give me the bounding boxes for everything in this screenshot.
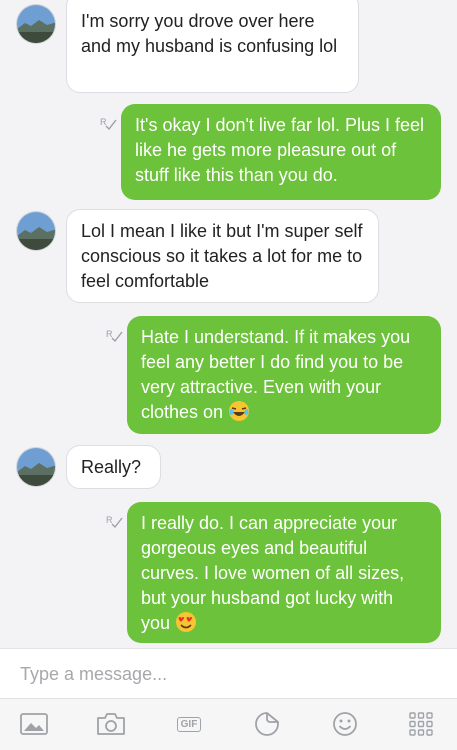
- camera-icon: [97, 713, 125, 735]
- sticker-icon: [255, 712, 279, 736]
- outgoing-message[interactable]: I really do. I can appreciate your gorge…: [127, 502, 441, 643]
- incoming-message[interactable]: I'm sorry you drove over here and my hus…: [66, 0, 359, 93]
- incoming-message[interactable]: Lol I mean I like it but I'm super self …: [66, 209, 379, 303]
- svg-text:R: R: [106, 515, 113, 525]
- outgoing-message[interactable]: Hate I understand. If it makes you feel …: [127, 316, 441, 434]
- message-row: Lol I mean I like it but I'm super self …: [0, 209, 457, 303]
- apps-grid-icon: [409, 712, 433, 736]
- emoji-icon: [333, 712, 357, 736]
- image-icon: [20, 713, 48, 735]
- message-row: R Hate I understand. If it makes you fee…: [0, 316, 457, 434]
- svg-text:R: R: [100, 117, 107, 127]
- incoming-message[interactable]: Really?: [66, 445, 161, 489]
- sticker-button[interactable]: [252, 711, 282, 737]
- read-receipt-icon: R: [106, 329, 123, 343]
- message-text: Hate I understand. If it makes you feel …: [141, 327, 411, 422]
- read-receipt-icon: R: [106, 515, 123, 529]
- message-row: Really?: [0, 445, 457, 489]
- camera-button[interactable]: [96, 711, 126, 737]
- outgoing-message[interactable]: It's okay I don't live far lol. Plus I f…: [121, 104, 441, 200]
- message-row: I'm sorry you drove over here and my hus…: [0, 0, 457, 95]
- gif-button[interactable]: GIF: [172, 711, 206, 737]
- image-button[interactable]: [19, 711, 49, 737]
- svg-text:R: R: [106, 329, 113, 339]
- heart-eyes-emoji-icon: [176, 612, 197, 632]
- apps-button[interactable]: [406, 711, 436, 737]
- message-input[interactable]: [18, 659, 442, 689]
- laughing-emoji-icon: [229, 401, 250, 421]
- message-row: R I really do. I can appreciate your gor…: [0, 502, 457, 643]
- avatar[interactable]: [16, 211, 56, 251]
- avatar[interactable]: [16, 447, 56, 487]
- message-composer: [0, 648, 457, 698]
- avatar[interactable]: [16, 4, 56, 44]
- composer-toolbar: GIF: [0, 698, 457, 750]
- gif-icon: GIF: [176, 716, 202, 732]
- message-row: R It's okay I don't live far lol. Plus I…: [0, 104, 457, 200]
- chat-thread: I'm sorry you drove over here and my hus…: [0, 0, 457, 648]
- read-receipt-icon: R: [100, 117, 117, 131]
- emoji-button[interactable]: [330, 711, 360, 737]
